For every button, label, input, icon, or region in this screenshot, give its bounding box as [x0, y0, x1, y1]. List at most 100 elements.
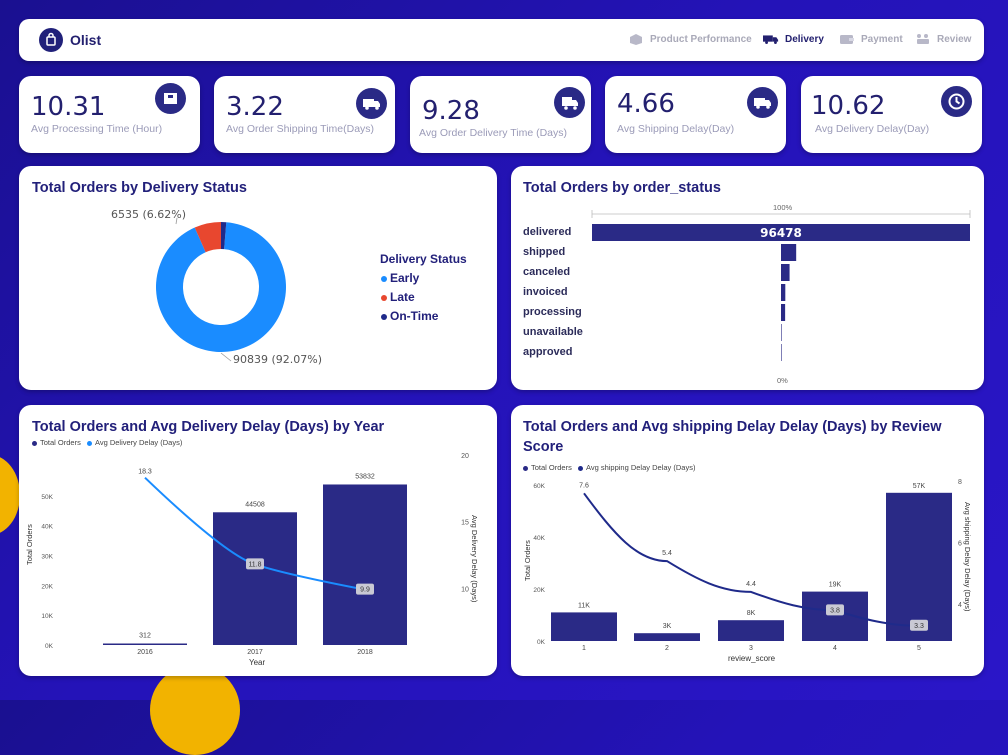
- decorative-blob-bottom: [150, 665, 240, 755]
- panel-order-status: Total Orders by order_status 96478 100% …: [511, 166, 984, 390]
- review-bar: [634, 633, 700, 641]
- percent-bottom-label: 0%: [777, 376, 788, 385]
- nav-review[interactable]: Review: [915, 33, 971, 45]
- left-tick-label: 30K: [41, 554, 53, 561]
- status-bar-invoiced: [781, 284, 786, 301]
- kpi-value: 10.62: [811, 91, 886, 121]
- kpi-label: Avg Processing Time (Hour): [31, 123, 163, 135]
- kpi-label: Avg Shipping Delay(Day): [617, 123, 735, 135]
- right-tick-label: 20: [461, 453, 469, 460]
- app-brand: Olist: [70, 32, 102, 48]
- kpi-card-shipping-time: 3.22 Avg Order Shipping Time(Days): [214, 76, 395, 153]
- bar-data-label: 19K: [829, 582, 842, 589]
- status-category-label: delivered: [523, 226, 572, 238]
- panel-delivery-status: Total Orders by Delivery Status 6535 (6.…: [19, 166, 497, 390]
- percent-top-label: 100%: [773, 203, 793, 212]
- left-tick-label: 40K: [41, 524, 53, 531]
- panel-orders-by-review: Total Orders and Avg shipping Delay Dela…: [511, 405, 984, 676]
- panel-orders-by-year: Total Orders and Avg Delivery Delay (Day…: [19, 405, 497, 676]
- truck-icon: [356, 88, 387, 119]
- line-data-label: 4.4: [746, 581, 756, 588]
- nav-label: Payment: [861, 33, 903, 45]
- nav-product-performance[interactable]: Product Performance: [628, 33, 752, 45]
- legend-label: Early: [390, 271, 420, 285]
- year-bar: [213, 512, 297, 645]
- nav-payment[interactable]: Payment: [839, 33, 903, 45]
- legend-title: Delivery Status: [380, 252, 467, 266]
- box-icon: [630, 34, 642, 45]
- status-category-label: canceled: [523, 266, 571, 278]
- legend-item-on-time: On-Time: [381, 309, 438, 323]
- status-bar-shipped: [781, 244, 797, 261]
- x-tick-label: 4: [833, 645, 837, 652]
- x-tick-label: 2018: [357, 649, 373, 656]
- bar-data-label: 57K: [913, 483, 926, 490]
- status-category-label: approved: [523, 346, 573, 358]
- line-data-label: 5.4: [662, 550, 672, 557]
- right-tick-label: 6: [958, 541, 962, 548]
- right-tick-label: 10: [461, 586, 469, 593]
- bar-data-label: 44508: [245, 501, 265, 508]
- line-data-label: 7.6: [579, 482, 589, 489]
- clock-icon: [941, 86, 972, 117]
- wallet-icon: [840, 35, 854, 44]
- x-tick-label: 3: [749, 645, 753, 652]
- status-bar-canceled: [781, 264, 790, 281]
- late-dot: [381, 294, 387, 301]
- bar-data-label: 8K: [747, 610, 756, 617]
- kpi-value: 3.22: [226, 92, 284, 122]
- status-data-label: 96478: [760, 226, 802, 240]
- delay-line: [583, 492, 920, 627]
- line-data-label: 3.8: [830, 607, 840, 614]
- shopping-bag-icon: [39, 28, 63, 52]
- kpi-value: 9.28: [422, 96, 480, 126]
- kpi-value: 10.31: [31, 92, 106, 122]
- top-nav-bar: Olist Product Performance Delivery Payme…: [19, 19, 984, 61]
- bar-data-label: 53832: [355, 473, 375, 480]
- y-axis-label-right: Avg shipping Delay Delay (Days): [963, 502, 972, 612]
- x-tick-label: 2016: [137, 649, 153, 656]
- bar-data-label: 3K: [663, 623, 672, 630]
- right-tick-label: 15: [461, 520, 469, 527]
- status-category-label: shipped: [523, 246, 566, 258]
- review-icon: [917, 34, 929, 44]
- delivery-icon: [554, 87, 585, 118]
- x-tick-label: 2: [665, 645, 669, 652]
- left-tick-label: 20K: [41, 583, 53, 590]
- x-axis-label: review_score: [728, 654, 776, 663]
- decorative-blob-left: [0, 455, 20, 535]
- left-tick-label: 10K: [41, 613, 53, 620]
- year-bar: [323, 484, 407, 645]
- kpi-card-delivery-time: 9.28 Avg Order Delivery Time (Days): [410, 76, 591, 153]
- truck-icon: [747, 87, 778, 118]
- truck-icon: [763, 35, 779, 44]
- status-category-label: unavailable: [523, 326, 583, 338]
- left-tick-label: 50K: [41, 494, 53, 501]
- kpi-card-shipping-delay: 4.66 Avg Shipping Delay(Day): [605, 76, 786, 153]
- y-axis-label-left: Total Orders: [523, 540, 532, 581]
- nav-label: Review: [937, 33, 972, 45]
- y-axis-label-left: Total Orders: [25, 524, 34, 565]
- on-time-dot: [381, 313, 387, 320]
- review-bar: [718, 620, 784, 641]
- kpi-label: Avg Order Shipping Time(Days): [226, 123, 375, 135]
- status-bar-processing: [781, 304, 786, 321]
- y-axis-label-right: Avg Delivery Delay (Days): [470, 515, 479, 603]
- x-tick-label: 1: [582, 645, 586, 652]
- review-bar: [551, 612, 617, 641]
- nav-label: Delivery: [785, 33, 824, 45]
- x-tick-label: 5: [917, 645, 921, 652]
- early-dot: [381, 275, 387, 282]
- status-category-label: processing: [523, 306, 582, 318]
- nav-delivery[interactable]: Delivery: [763, 33, 824, 45]
- left-tick-label: 0K: [45, 643, 54, 650]
- line-data-label: 11.8: [248, 561, 261, 568]
- kpi-value: 4.66: [617, 89, 675, 119]
- legend-label: On-Time: [390, 309, 439, 323]
- left-tick-label: 0K: [537, 639, 546, 646]
- line-data-label: 18.3: [138, 469, 152, 476]
- donut-label-early: 90839 (92.07%): [233, 353, 323, 366]
- x-axis-label: Year: [249, 658, 266, 667]
- order-status-chart: 96478: [591, 210, 971, 361]
- right-tick-label: 4: [958, 602, 962, 609]
